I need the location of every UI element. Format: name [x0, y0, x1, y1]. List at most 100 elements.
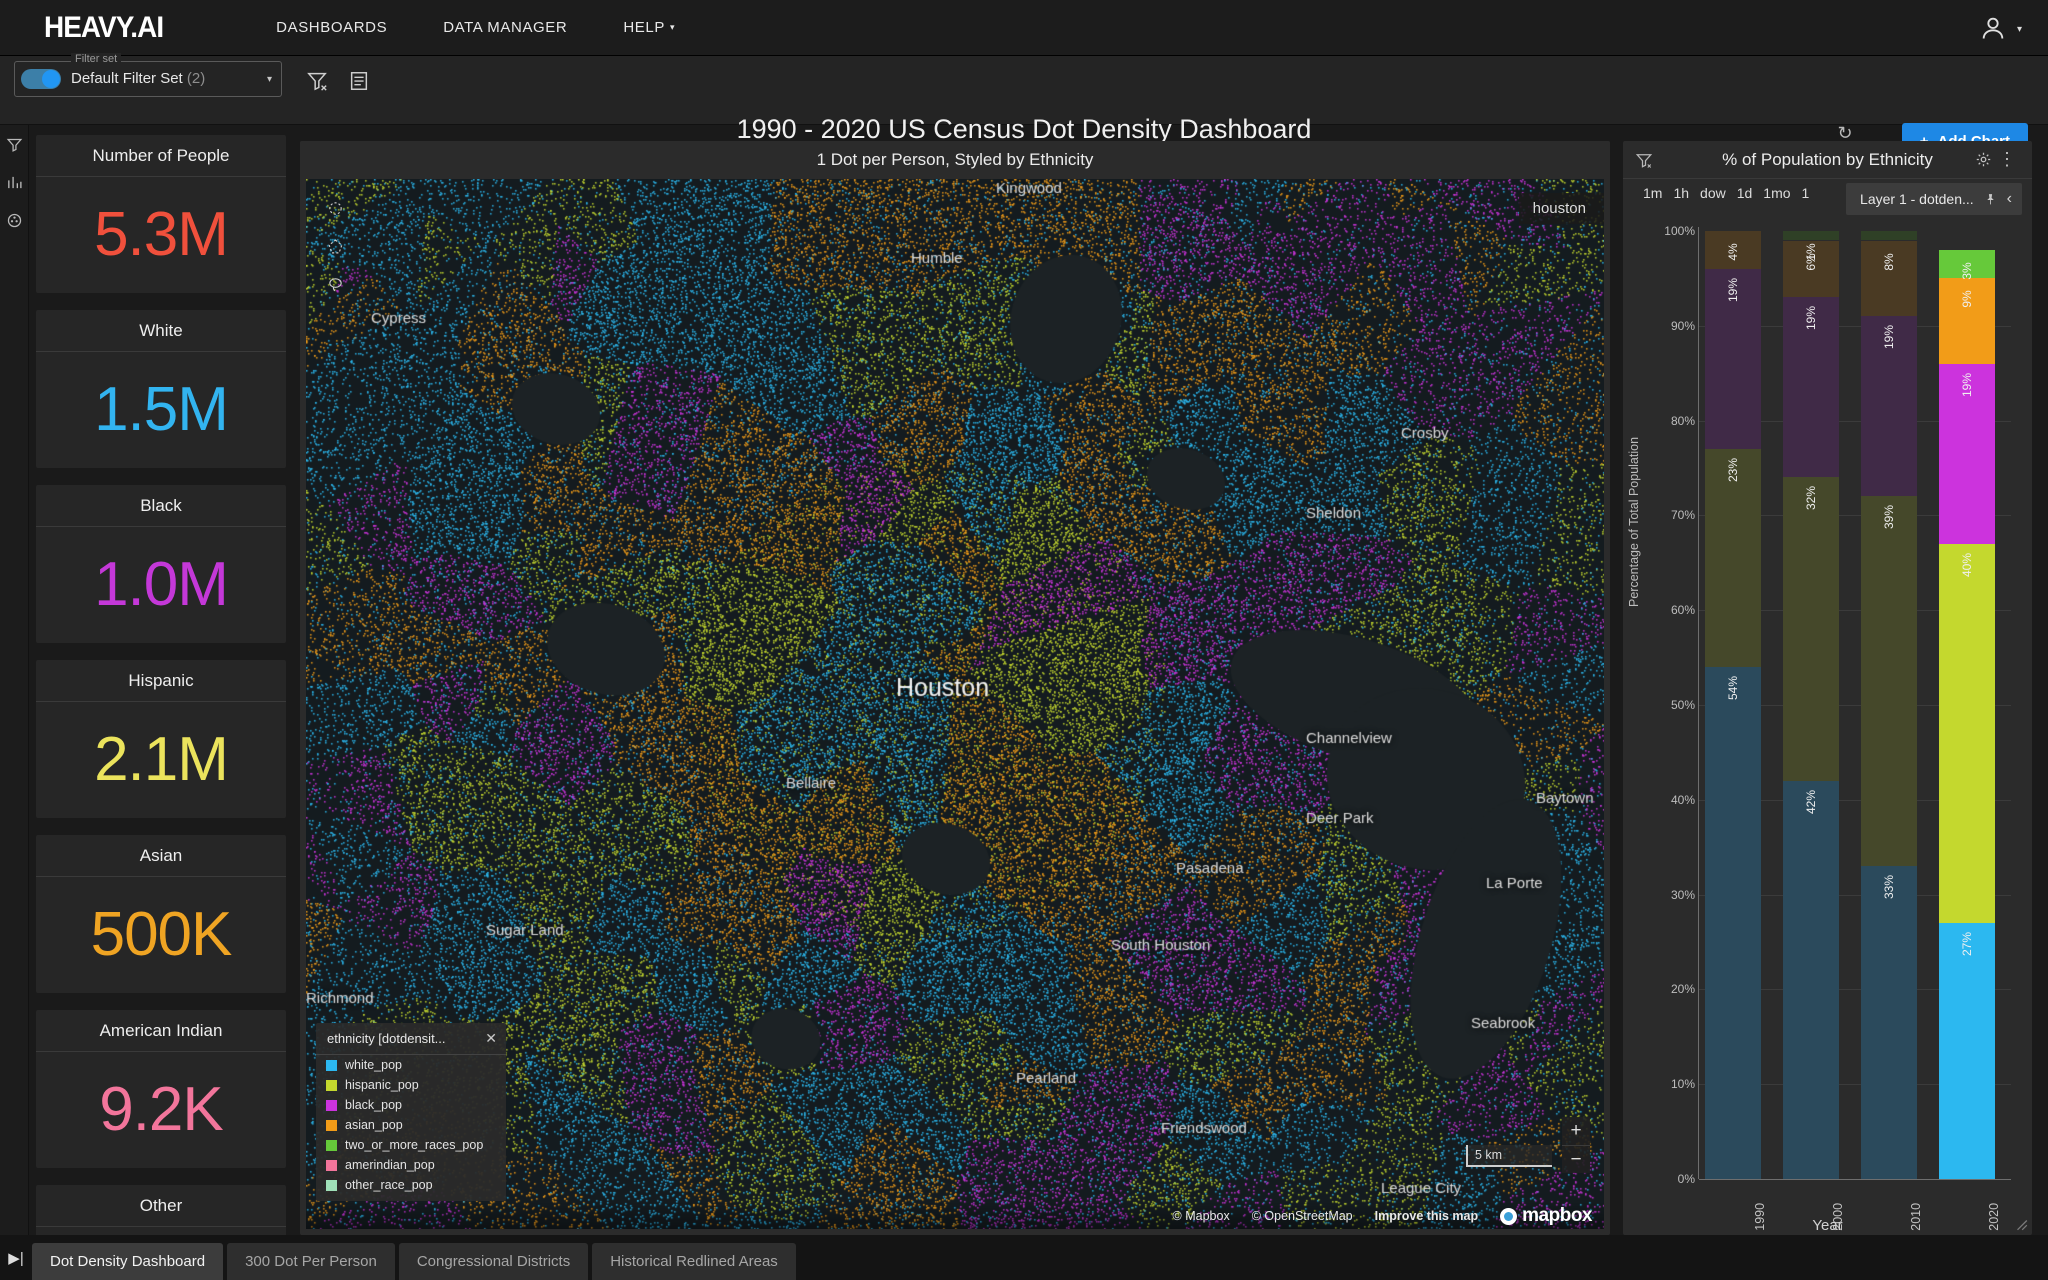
pin-icon[interactable] [1984, 193, 1997, 206]
dashboard-root: HEAVY.AI DASHBOARDS DATA MANAGER HELP ▾ ▾… [0, 0, 2048, 1280]
stacked-bar-chart[interactable]: Percentage of Total Population 0% 10% 20% 3… [1623, 217, 2032, 1235]
bar-segment-label: 4% [1726, 243, 1740, 261]
mapbox-attribution[interactable]: © Mapbox [1173, 1209, 1230, 1223]
bar-segment-black_pop[interactable]: 19% [1861, 316, 1917, 497]
lasso-icon[interactable] [322, 271, 348, 297]
close-icon[interactable]: ✕ [485, 1030, 497, 1047]
mapbox-wordmark: mapbox [1522, 1205, 1592, 1226]
chart-panel-header: % of Population by Ethnicity ⋮ [1623, 141, 2032, 179]
user-account-icon[interactable] [1978, 14, 2008, 42]
bar-segment-white_pop[interactable]: 33% [1861, 866, 1917, 1179]
user-menu-chevron-icon[interactable]: ▾ [2017, 24, 2022, 35]
mapbox-logo[interactable]: mapbox [1500, 1205, 1592, 1227]
nav-item-help[interactable]: HELP ▾ [623, 19, 675, 36]
tab-dot-density-dashboard[interactable]: Dot Density Dashboard [32, 1243, 224, 1280]
legend-item-label: other_race_pop [345, 1178, 433, 1192]
bar-segment-white_pop[interactable]: 42% [1783, 780, 1839, 1179]
bar-2010[interactable]: 33% 39% 19% 8% [1861, 231, 1917, 1179]
bar-segment-two_or_more_races_pop[interactable]: 3% [1939, 249, 1995, 280]
left-tool-rail [0, 125, 29, 1235]
y-tick-label: 30% [1670, 887, 1695, 902]
tab-congressional-districts[interactable]: Congressional Districts [398, 1243, 589, 1280]
bar-segment-black_pop[interactable]: 19% [1783, 297, 1839, 478]
legend-item[interactable]: other_race_pop [316, 1175, 506, 1195]
time-bin-1m[interactable]: 1m [1643, 185, 1662, 201]
resize-grip-icon[interactable] [2014, 1217, 2028, 1231]
zoom-out-button[interactable]: − [1562, 1145, 1590, 1173]
bar-segment-label: 9% [1960, 290, 1974, 309]
y-tick-label: 60% [1670, 603, 1695, 618]
map-chart-panel: 1 Dot per Person, Styled by Ethnicity ho… [300, 141, 1610, 1235]
nav-item-dashboards[interactable]: DASHBOARDS [276, 19, 387, 36]
nav-item-data-manager[interactable]: DATA MANAGER [443, 19, 567, 36]
kpi-card-white[interactable]: White 1.5M [36, 310, 286, 468]
legend-item-label: amerindian_pop [345, 1158, 435, 1172]
kpi-card-number-of-people[interactable]: Number of People 5.3M [36, 135, 286, 293]
draw-circle-icon[interactable] [322, 195, 348, 221]
bar-segment-label: 32% [1804, 486, 1818, 511]
time-bin-1d[interactable]: 1d [1737, 185, 1753, 201]
legend-item[interactable]: white_pop [316, 1055, 506, 1075]
bar-segment-hispanic_pop[interactable]: 40% [1939, 543, 1995, 924]
palette-icon[interactable] [0, 201, 29, 239]
legend-item[interactable]: asian_pop [316, 1115, 506, 1135]
map-canvas[interactable]: houston ethnicity [dotdensit... ✕ white_… [306, 179, 1604, 1229]
filter-panel-icon[interactable] [0, 125, 29, 163]
bar-2000[interactable]: 42% 32% 19% 6% 1% [1783, 231, 1839, 1179]
legend-item[interactable]: amerindian_pop [316, 1155, 506, 1175]
bar-segment-white_pop[interactable]: 27% [1939, 923, 1995, 1179]
bar-segment-black_pop[interactable]: 19% [1705, 268, 1761, 450]
x-axis-line [1699, 1179, 2011, 1180]
layer-selector-chip[interactable]: Layer 1 - dotden... ‹ [1846, 183, 2022, 215]
bar-segment-white_pop[interactable]: 54% [1705, 667, 1761, 1179]
filter-set-value-text: Default Filter Set [71, 70, 183, 87]
time-bin-selector: 1m 1h dow 1d 1mo 1 [1643, 185, 1809, 201]
tab-scroll-icon[interactable]: ▶| [0, 1235, 32, 1280]
legend-item[interactable]: two_or_more_races_pop [316, 1135, 506, 1155]
improve-map-link[interactable]: Improve this map [1375, 1209, 1479, 1223]
chart-menu-icon[interactable]: ⋮ [1998, 149, 2016, 170]
bar-segment-hispanic_pop[interactable]: 23% [1705, 449, 1761, 668]
clear-filters-icon[interactable] [306, 70, 328, 92]
notes-icon[interactable] [348, 70, 370, 92]
time-bin-dow[interactable]: dow [1700, 185, 1726, 201]
legend-item[interactable]: hispanic_pop [316, 1075, 506, 1095]
draw-polygon-icon[interactable] [322, 233, 348, 259]
tab-300-dot-per-person[interactable]: 300 Dot Per Person [227, 1243, 395, 1280]
legend-swatch [326, 1179, 337, 1191]
time-bin-1[interactable]: 1 [1802, 185, 1810, 201]
osm-attribution[interactable]: © OpenStreetMap [1252, 1209, 1353, 1223]
bar-segment-label: 8% [1882, 252, 1896, 271]
bar-segment-two_or_more_races_pop[interactable] [1861, 231, 1917, 241]
chevron-down-icon[interactable]: ▾ [267, 74, 272, 85]
time-bin-1h[interactable]: 1h [1673, 185, 1689, 201]
bar-2020[interactable]: 27% 40% 19% 9% 3% [1939, 231, 1995, 1179]
legend-item[interactable]: black_pop [316, 1095, 506, 1115]
gear-icon[interactable] [1975, 151, 1992, 168]
bar-segment-hispanic_pop[interactable]: 39% [1861, 496, 1917, 867]
bar-segment-asian_pop[interactable]: 8% [1861, 240, 1917, 317]
filter-set-count: (2) [186, 70, 206, 87]
chart-list-icon[interactable] [0, 163, 29, 201]
filter-set-selector[interactable]: Filter set Default Filter Set (2) ▾ [14, 53, 282, 97]
bar-1990[interactable]: 54% 23% 19% 4% [1705, 231, 1761, 1179]
clear-filters-icon[interactable] [1635, 151, 1653, 169]
map-zoom-controls: + − [1562, 1117, 1590, 1173]
kpi-card-asian[interactable]: Asian 500K [36, 835, 286, 993]
bar-segment-two_or_more_races_pop[interactable]: 1% [1783, 231, 1839, 261]
filter-set-toggle[interactable] [21, 69, 61, 89]
collapse-icon[interactable]: ‹ [2007, 190, 2012, 208]
bar-segment-hispanic_pop[interactable]: 32% [1783, 477, 1839, 781]
bar-segment-asian_pop[interactable]: 4% [1705, 231, 1761, 269]
kpi-card-hispanic[interactable]: Hispanic 2.1M [36, 660, 286, 818]
time-bin-1mo[interactable]: 1mo [1763, 185, 1790, 201]
map-search-pill[interactable]: houston [1518, 193, 1604, 224]
bar-segment-black_pop[interactable]: 19% [1939, 363, 1995, 544]
kpi-card-black[interactable]: Black 1.0M [36, 485, 286, 643]
zoom-in-button[interactable]: + [1562, 1117, 1590, 1145]
heavyai-logo[interactable]: HEAVY.AI [44, 11, 164, 45]
tab-historical-redlined-areas[interactable]: Historical Redlined Areas [592, 1243, 796, 1280]
y-tick-label: 100% [1664, 224, 1695, 238]
kpi-card-american-indian[interactable]: American Indian 9.2K [36, 1010, 286, 1168]
bar-segment-asian_pop[interactable]: 9% [1939, 278, 1995, 364]
